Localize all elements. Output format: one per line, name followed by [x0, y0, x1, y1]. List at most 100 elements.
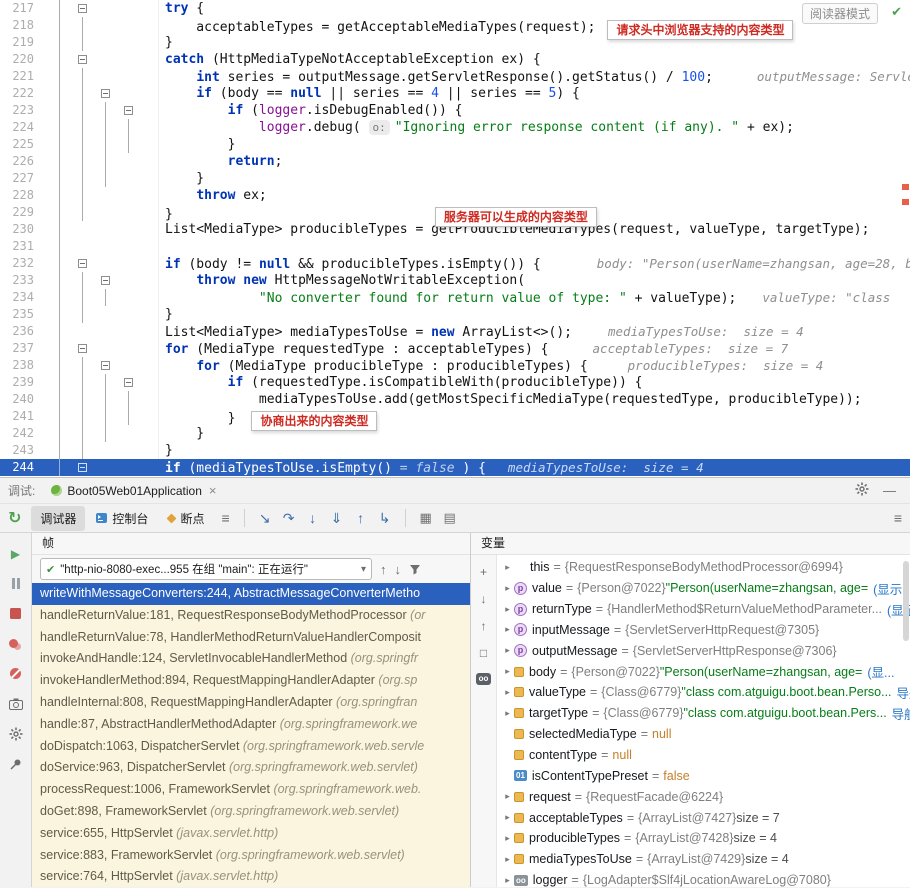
line-number[interactable]: 244: [0, 459, 44, 476]
line-number[interactable]: 226: [0, 153, 44, 170]
fold-collapse-icon[interactable]: [78, 4, 87, 13]
fold-gutter[interactable]: [44, 204, 159, 221]
line-number[interactable]: 224: [0, 119, 44, 136]
line-number[interactable]: 238: [0, 357, 44, 374]
line-number[interactable]: 232: [0, 255, 44, 272]
minimize-icon[interactable]: —: [883, 483, 896, 498]
expand-chevron-icon[interactable]: ▸: [501, 624, 514, 635]
stack-frame-row[interactable]: service:883, FrameworkServlet (org.sprin…: [32, 845, 470, 867]
step-into-button[interactable]: ↓: [301, 510, 325, 526]
code-line[interactable]: 241 } 协商出来的内容类型: [0, 408, 910, 431]
fold-gutter[interactable]: [44, 459, 159, 476]
code-line[interactable]: 239 if (requestedType.isCompatibleWith(p…: [0, 374, 910, 391]
fold-gutter[interactable]: [44, 153, 159, 170]
expand-chevron-icon[interactable]: ▸: [501, 854, 514, 865]
fold-gutter[interactable]: [44, 255, 159, 272]
fold-gutter[interactable]: [44, 442, 159, 459]
code-line[interactable]: 240 mediaTypesToUse.add(getMostSpecificM…: [0, 391, 910, 408]
fold-collapse-icon[interactable]: [78, 463, 87, 472]
variable-row[interactable]: selectedMediaType = null: [497, 724, 910, 745]
fold-collapse-icon[interactable]: [78, 259, 87, 268]
inspection-ok-icon[interactable]: ✔: [891, 4, 902, 20]
code-line[interactable]: 238 for (MediaType producibleType : prod…: [0, 357, 910, 374]
value-link[interactable]: (显...: [867, 662, 894, 681]
variable-row[interactable]: ▸ p outputMessage = {ServletServerHttpRespon…: [497, 640, 910, 661]
rerun-button[interactable]: ↻: [8, 508, 21, 528]
code-line[interactable]: 217 try {: [0, 0, 910, 17]
variable-row[interactable]: contentType = null: [497, 745, 910, 766]
line-number[interactable]: 237: [0, 340, 44, 357]
expand-chevron-icon[interactable]: ▸: [501, 604, 514, 615]
expand-chevron-icon[interactable]: ▸: [501, 812, 514, 823]
stop-button[interactable]: [10, 607, 21, 620]
fold-gutter[interactable]: [44, 51, 159, 68]
line-number[interactable]: 234: [0, 289, 44, 306]
code-line[interactable]: 222 if (body == null || series == 4 || s…: [0, 85, 910, 102]
show-execution-point-button[interactable]: ↘: [253, 510, 277, 527]
stack-frame-row[interactable]: processRequest:1006, FrameworkServlet (o…: [32, 779, 470, 801]
variable-row[interactable]: ▸ request = {RequestFacade@6224}: [497, 786, 910, 807]
fold-gutter[interactable]: [44, 238, 159, 255]
line-number[interactable]: 227: [0, 170, 44, 187]
fold-collapse-icon[interactable]: [124, 378, 133, 387]
variable-row[interactable]: ▸ acceptableTypes = {ArrayList@7427} size =…: [497, 807, 910, 828]
stack-frame-row[interactable]: service:655, HttpServlet (javax.servlet.…: [32, 823, 470, 845]
evaluate-expression-button[interactable]: ▦: [414, 510, 438, 526]
line-number[interactable]: 229: [0, 204, 44, 221]
fold-collapse-icon[interactable]: [78, 344, 87, 353]
previous-frame-button[interactable]: ↑: [380, 562, 387, 577]
variable-row[interactable]: ▸ p value = {Person@7022} "Person(userName=z…: [497, 578, 910, 599]
value-link[interactable]: 导航: [892, 704, 910, 723]
expand-chevron-icon[interactable]: ▸: [501, 791, 514, 802]
code-line[interactable]: 228 throw ex;: [0, 187, 910, 204]
fold-collapse-icon[interactable]: [101, 361, 110, 370]
stack-frame-row[interactable]: handleInternal:808, RequestMappingHandle…: [32, 692, 470, 714]
force-step-into-button[interactable]: ⇓: [325, 510, 349, 527]
fold-gutter[interactable]: [44, 357, 159, 374]
fold-gutter[interactable]: [44, 272, 159, 289]
line-number[interactable]: 240: [0, 391, 44, 408]
line-number[interactable]: 225: [0, 136, 44, 153]
code-line[interactable]: 232 if (body != null && producibleTypes.i…: [0, 255, 910, 272]
code-line[interactable]: 231: [0, 238, 910, 255]
fold-collapse-icon[interactable]: [78, 55, 87, 64]
fold-gutter[interactable]: [44, 289, 159, 306]
mute-breakpoints-button[interactable]: [10, 667, 21, 680]
stack-frame-row[interactable]: invokeAndHandle:124, ServletInvocableHan…: [32, 648, 470, 670]
fold-gutter[interactable]: [44, 374, 159, 391]
variable-row[interactable]: 01 isContentTypePreset = false: [497, 765, 910, 786]
line-number[interactable]: 218: [0, 17, 44, 34]
menu-icon[interactable]: ≡: [215, 510, 235, 526]
code-line[interactable]: 227 }: [0, 170, 910, 187]
fold-gutter[interactable]: [44, 85, 159, 102]
thread-dump-button[interactable]: [8, 697, 23, 710]
line-number[interactable]: 223: [0, 102, 44, 119]
fold-gutter[interactable]: [44, 170, 159, 187]
code-line[interactable]: 226 return;: [0, 153, 910, 170]
variable-row[interactable]: ▸ this = {RequestResponseBodyMethodProcesso…: [497, 557, 910, 578]
fold-gutter[interactable]: [44, 323, 159, 340]
fold-gutter[interactable]: [44, 68, 159, 85]
variable-row[interactable]: ▸ oo logger = {LogAdapter$Slf4jLocationAware…: [497, 870, 910, 887]
variable-row[interactable]: ▸ p inputMessage = {ServletServerHttpRequest…: [497, 620, 910, 641]
gear-icon[interactable]: [855, 482, 869, 499]
code-line[interactable]: 235}: [0, 306, 910, 323]
tab-breakpoints[interactable]: 断点: [159, 506, 213, 531]
step-over-button[interactable]: ↷: [277, 510, 301, 527]
expand-chevron-icon[interactable]: ▸: [501, 833, 514, 844]
stack-frame-row[interactable]: invokeHandlerMethod:894, RequestMappingH…: [32, 670, 470, 692]
line-number[interactable]: 233: [0, 272, 44, 289]
line-number[interactable]: 241: [0, 408, 44, 425]
stack-frame-row[interactable]: doDispatch:1063, DispatcherServlet (org.…: [32, 736, 470, 758]
code-editor[interactable]: 217 try {218 acceptableTypes = getAccepta…: [0, 0, 910, 477]
line-number[interactable]: 220: [0, 51, 44, 68]
fold-gutter[interactable]: [44, 136, 159, 153]
stack-frame-row[interactable]: doService:963, DispatcherServlet (org.sp…: [32, 757, 470, 779]
code-line[interactable]: 224 logger.debug( o: "Ignoring error resp…: [0, 119, 910, 136]
variable-row[interactable]: ▸ valueType = {Class@6779} "class com.atgui…: [497, 682, 910, 703]
code-line[interactable]: 225 }: [0, 136, 910, 153]
fold-gutter[interactable]: [44, 102, 159, 119]
code-line[interactable]: 237 for (MediaType requestedType : accept…: [0, 340, 910, 357]
variable-row[interactable]: ▸ producibleTypes = {ArrayList@7428} size =…: [497, 828, 910, 849]
fold-gutter[interactable]: [44, 221, 159, 238]
